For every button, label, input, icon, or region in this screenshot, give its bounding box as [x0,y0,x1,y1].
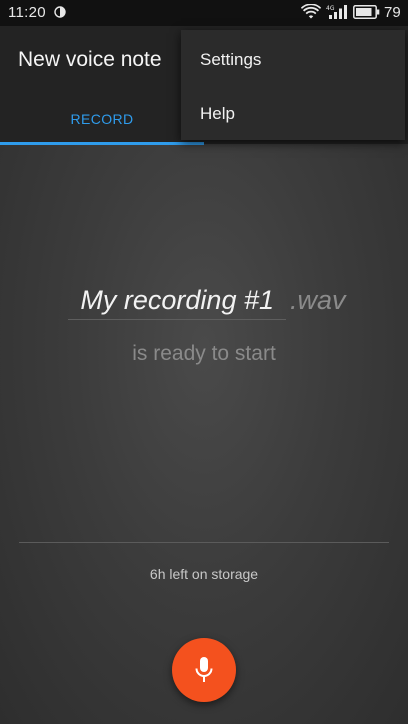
recording-status: is ready to start [132,342,276,365]
wifi-icon [301,4,321,19]
filename-input[interactable]: My recording #1 [68,280,286,320]
file-extension: .wav [290,285,346,315]
status-bar: 11:20 4G 79 [0,0,408,26]
battery-icon [353,5,380,19]
signal-4g-icon: 4G [326,5,347,19]
microphone-icon [195,657,213,682]
half-moon-icon [54,6,66,18]
menu-item-settings[interactable]: Settings [181,32,405,87]
filename-row: My recording #1 .wav [0,280,408,324]
tab-record[interactable]: RECORD [0,104,204,144]
status-time: 11:20 [8,4,46,21]
voice-recorder-screen: 11:20 4G 79 New voice note RECORD Settin… [0,0,408,724]
storage-remaining: 6h left on storage [149,566,259,582]
svg-text:4G: 4G [326,5,335,12]
overflow-menu: Settings Help [181,30,405,140]
menu-item-help[interactable]: Help [181,86,405,141]
battery-percent: 79 [384,4,401,21]
divider [19,542,389,543]
tab-selected-indicator [0,142,204,145]
page-title: New voice note [18,48,162,71]
record-button[interactable] [172,638,236,702]
